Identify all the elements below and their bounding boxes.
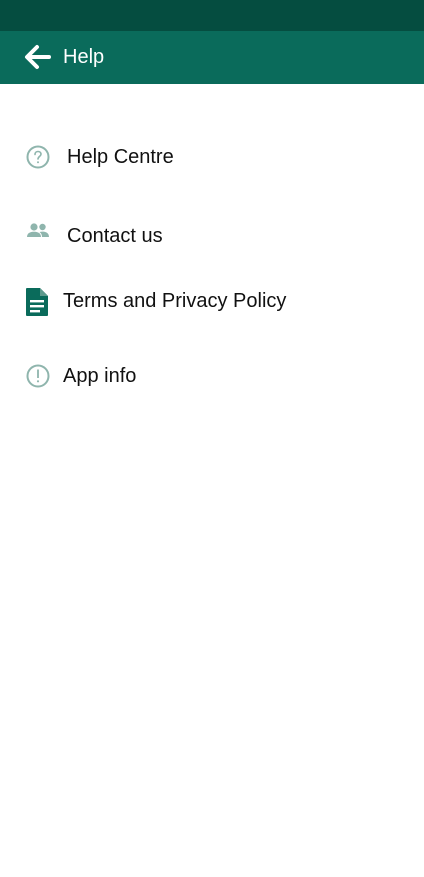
menu-item-label: Help Centre: [67, 146, 174, 168]
menu-item-label: Contact us: [67, 225, 163, 247]
menu-item-terms-privacy[interactable]: Terms and Privacy Policy: [0, 277, 424, 325]
menu-item-label: Terms and Privacy Policy: [63, 290, 287, 312]
document-icon: [24, 287, 50, 317]
status-bar: [0, 0, 424, 31]
info-circle-icon: [26, 364, 50, 388]
app-bar: Help: [0, 31, 424, 84]
menu-item-contact-us[interactable]: Contact us: [0, 212, 424, 260]
menu-item-label: App info: [63, 365, 137, 387]
people-icon: [26, 221, 50, 241]
question-circle-icon: [26, 145, 50, 169]
page-title: Help: [63, 46, 105, 68]
back-button[interactable]: [22, 42, 52, 72]
menu-item-app-info[interactable]: App info: [0, 352, 424, 400]
arrow-left-icon: [25, 45, 51, 69]
menu-item-help-centre[interactable]: Help Centre: [0, 133, 424, 181]
